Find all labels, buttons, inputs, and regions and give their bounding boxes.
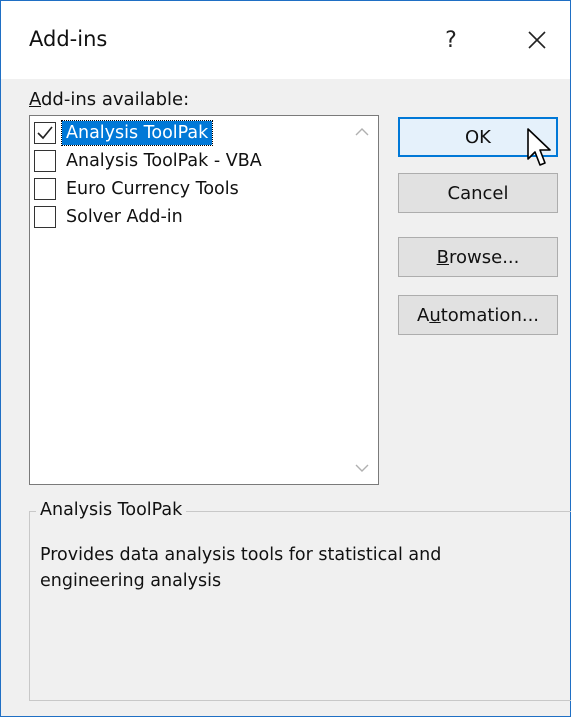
description-text: Provides data analysis tools for statist… bbox=[40, 545, 442, 591]
list-item-analysis-toolpak-vba[interactable]: Analysis ToolPak - VBA bbox=[34, 148, 344, 174]
accelerator-letter: A bbox=[29, 89, 41, 110]
checkmark-icon bbox=[37, 126, 53, 140]
item-label: Solver Add-in bbox=[66, 207, 183, 227]
description-title: Analysis ToolPak bbox=[36, 500, 187, 520]
close-button[interactable] bbox=[506, 15, 568, 65]
button-text: A bbox=[416, 304, 430, 326]
description-group: Analysis ToolPak Provides data analysis … bbox=[29, 500, 571, 701]
item-label: Analysis ToolPak bbox=[60, 120, 214, 146]
item-label: Euro Currency Tools bbox=[66, 179, 239, 199]
browse-button[interactable]: Browse... bbox=[398, 237, 558, 277]
add-ins-listbox[interactable]: Analysis ToolPak Analysis ToolPak - VBA … bbox=[29, 115, 379, 485]
help-button[interactable]: ? bbox=[423, 15, 479, 65]
cancel-button[interactable]: Cancel bbox=[398, 173, 558, 213]
chevron-down-icon bbox=[355, 464, 369, 472]
button-text: tomation... bbox=[440, 304, 540, 326]
item-label: Analysis ToolPak - VBA bbox=[66, 151, 262, 171]
title-bar: Add-ins ? bbox=[1, 1, 570, 79]
add-ins-dialog: Add-ins ? Add-ins available: Analysis To… bbox=[0, 0, 571, 717]
close-icon bbox=[528, 31, 546, 49]
dialog-title: Add-ins bbox=[29, 27, 108, 51]
accelerator-letter: B bbox=[436, 246, 449, 268]
checkbox-euro-currency-tools[interactable] bbox=[34, 178, 56, 200]
checkbox-solver-add-in[interactable] bbox=[34, 206, 56, 228]
checkbox-analysis-toolpak[interactable] bbox=[34, 122, 56, 144]
add-ins-available-label: Add-ins available: bbox=[29, 89, 189, 110]
list-item-solver-add-in[interactable]: Solver Add-in bbox=[34, 204, 344, 230]
scroll-down-button[interactable] bbox=[352, 458, 372, 478]
chevron-up-icon bbox=[355, 128, 369, 136]
button-text: rowse... bbox=[449, 246, 520, 268]
accelerator-letter: u bbox=[429, 304, 441, 326]
label-text: dd-ins available: bbox=[41, 89, 190, 110]
automation-button[interactable]: Au tomation... bbox=[398, 295, 558, 335]
list-item-euro-currency-tools[interactable]: Euro Currency Tools bbox=[34, 176, 344, 202]
list-item-analysis-toolpak[interactable]: Analysis ToolPak bbox=[34, 120, 344, 146]
mouse-pointer-icon bbox=[527, 128, 551, 166]
scroll-up-button[interactable] bbox=[352, 122, 372, 142]
checkbox-analysis-toolpak-vba[interactable] bbox=[34, 150, 56, 172]
